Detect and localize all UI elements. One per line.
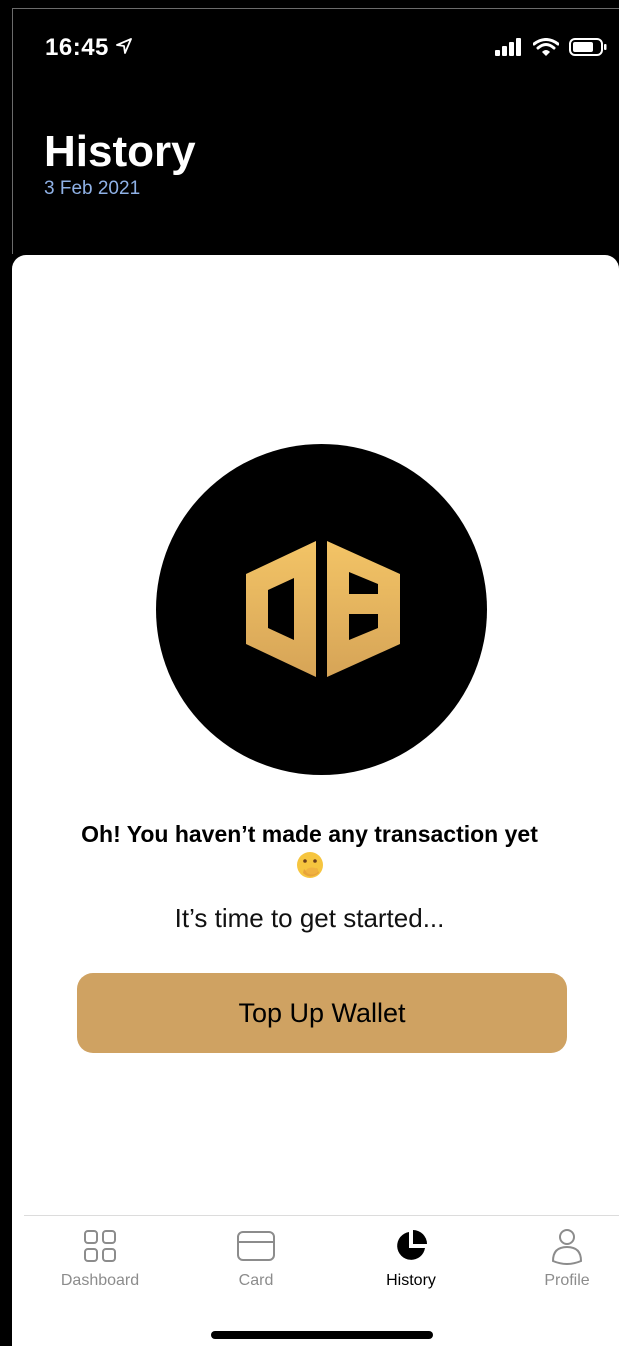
page-title: History: [44, 127, 196, 176]
db-logo-icon: [246, 541, 400, 677]
status-icons: [495, 38, 607, 56]
tab-profile[interactable]: Profile: [497, 1226, 619, 1290]
card-icon: [237, 1231, 275, 1261]
page-header: History 3 Feb 2021: [44, 126, 196, 200]
face-with-hand-over-mouth-icon: [296, 852, 323, 878]
location-arrow-icon: [116, 38, 132, 54]
tab-dashboard[interactable]: Dashboard: [30, 1226, 170, 1290]
signal-icon: [495, 38, 521, 56]
home-indicator: [211, 1331, 433, 1339]
empty-subtitle: It’s time to get started...: [174, 903, 445, 933]
tab-label-card: Card: [238, 1272, 274, 1289]
brand-logo: [156, 444, 487, 775]
wifi-icon: [533, 38, 559, 56]
content-sheet: Oh! You haven’t made any transaction yet…: [12, 255, 619, 1346]
person-icon: [551, 1229, 583, 1265]
empty-message: Oh! You haven’t made any transaction yet: [0, 820, 619, 880]
grid-icon: [84, 1230, 116, 1262]
top-up-wallet-button[interactable]: Top Up Wallet: [77, 973, 567, 1053]
status-bar: 16:45: [0, 0, 619, 98]
tab-history[interactable]: History: [341, 1226, 481, 1290]
page-date: 3 Feb 2021: [44, 178, 141, 199]
tab-label-dashboard: Dashboard: [60, 1272, 140, 1289]
status-time: 16:45: [45, 34, 109, 61]
battery-icon: [569, 38, 607, 56]
tab-label-profile: Profile: [544, 1272, 590, 1289]
tab-card[interactable]: Card: [186, 1226, 326, 1290]
empty-message-text: Oh! You haven’t made any transaction yet: [81, 821, 538, 847]
pie-chart-icon: [397, 1230, 427, 1260]
tab-label-history: History: [386, 1272, 436, 1289]
tab-bar: Dashboard Card History Profile: [24, 1215, 619, 1346]
